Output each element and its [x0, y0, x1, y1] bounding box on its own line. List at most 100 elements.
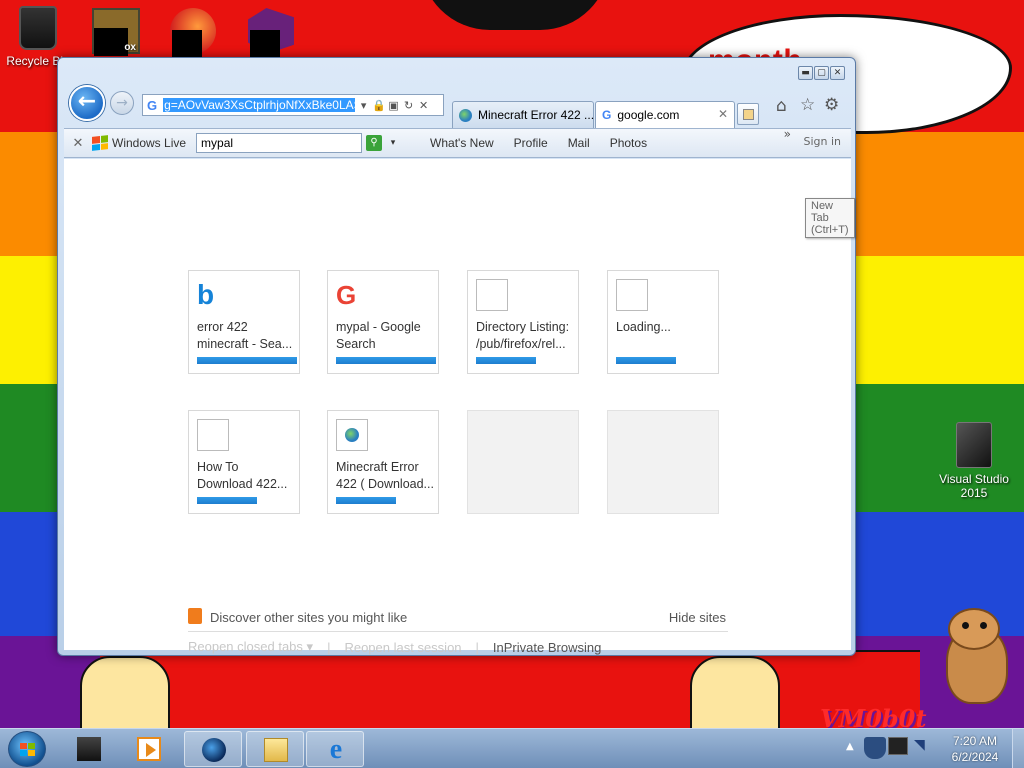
site-tile[interactable]: Directory Listing: /pub/firefox/rel...	[467, 270, 579, 374]
blank-page-icon	[197, 419, 229, 451]
lock-icon[interactable]: 🔒	[372, 99, 386, 112]
windows-logo-icon	[92, 135, 108, 151]
security-icon[interactable]	[864, 737, 886, 759]
tab-google[interactable]: G google.com ✕	[595, 101, 735, 128]
home-icon[interactable]: ⌂	[776, 96, 787, 116]
site-tile[interactable]: Loading...	[607, 270, 719, 374]
wallpaper-drawing-right-hand	[690, 656, 780, 728]
site-tile-label: Minecraft Error 422 ( Download...	[336, 460, 434, 491]
clock-time: 7:20 AM	[952, 734, 998, 748]
sign-in-link[interactable]: Sign in	[803, 135, 841, 148]
favorites-star-icon[interactable]: ☆	[800, 95, 815, 115]
google-favicon-icon: G	[147, 97, 158, 113]
desktop-icon-vs-app[interactable]	[248, 8, 298, 62]
clock-date: 6/2/2024	[951, 750, 999, 764]
desktop-icon-browser-app[interactable]	[170, 8, 220, 62]
site-tile-label: Directory Listing: /pub/firefox/rel...	[476, 320, 570, 351]
close-tab-icon[interactable]: ✕	[718, 107, 728, 121]
taskbar-explorer[interactable]	[246, 731, 304, 767]
back-button[interactable]: ←	[69, 85, 105, 121]
site-tile[interactable]: How To Download 422...	[188, 410, 300, 514]
address-bar[interactable]: G g=AOvVaw3XsCtplrhjoNfXxBke0LAS ▾ 🔒 ▣ ↻…	[142, 94, 444, 116]
site-tile[interactable]: Minecraft Error 422 ( Download...	[327, 410, 439, 514]
discover-sites-link[interactable]: Discover other sites you might like	[210, 610, 407, 625]
empty-site-tile[interactable]	[607, 410, 719, 514]
forward-button[interactable]: →	[110, 91, 134, 115]
windows-live-label[interactable]: Windows Live	[112, 136, 186, 150]
reopen-closed-tabs-link[interactable]: Reopen closed tabs ▾	[188, 639, 313, 655]
chevron-right-icon[interactable]: »	[784, 127, 791, 141]
visual-studio-icon	[956, 422, 992, 468]
globe-icon	[459, 108, 472, 122]
media-player-icon	[137, 737, 161, 761]
address-dropdown-icon[interactable]: ▾	[357, 99, 370, 112]
empty-site-tile[interactable]	[467, 410, 579, 514]
browser-window: ▬ ▢ ✕ ← → G g=AOvVaw3XsCtplrhjoNfXxBke0L…	[57, 57, 856, 656]
search-input[interactable]: mypal	[196, 133, 363, 153]
tab-label: google.com	[617, 108, 680, 122]
command-bar: ✕ Windows Live mypal ⚲ ▾ What's New Prof…	[64, 127, 851, 158]
reopen-last-session-link[interactable]: Reopen last session	[344, 640, 461, 655]
new-tab-tooltip: New Tab (Ctrl+T)	[805, 198, 855, 238]
windows-logo-icon	[20, 743, 35, 756]
site-tile-activity-bar	[197, 357, 297, 364]
link-photos[interactable]: Photos	[610, 136, 647, 150]
folder-icon	[264, 738, 288, 762]
inprivate-browsing-link[interactable]: InPrivate Browsing	[493, 640, 601, 655]
taskbar-sphere-app[interactable]	[184, 731, 242, 767]
site-tile[interactable]: b error 422 minecraft - Sea...	[188, 270, 300, 374]
watermark: VM0b0t	[820, 704, 927, 728]
tab-label: Minecraft Error 422 ...	[478, 108, 594, 122]
taskbar-media-player[interactable]	[120, 731, 178, 767]
footer-links: Reopen closed tabs ▾ | Reopen last sessi…	[188, 639, 601, 655]
site-tile-label: error 422 minecraft - Sea...	[197, 320, 293, 351]
desktop-icon-visual-studio-2015[interactable]: Visual Studio 2015	[934, 422, 1014, 500]
site-tile-activity-bar	[336, 357, 436, 364]
address-input[interactable]: g=AOvVaw3XsCtplrhjoNfXxBke0LAS	[163, 98, 356, 112]
close-toolbar-icon[interactable]: ✕	[64, 136, 92, 151]
show-hidden-icons-button[interactable]: ▲	[846, 741, 854, 752]
new-tab-icon	[743, 109, 754, 120]
blank-page-icon	[476, 279, 508, 311]
discover-sites-icon	[188, 608, 202, 624]
wallpaper-drawing-left-hand	[80, 656, 170, 728]
taskbar-dark-app[interactable]	[60, 731, 118, 767]
hamster-head	[948, 608, 1000, 650]
blank-page-icon	[616, 279, 648, 311]
dark-app-icon	[77, 737, 101, 761]
taskbar-internet-explorer[interactable]: e	[306, 731, 364, 767]
link-mail[interactable]: Mail	[568, 136, 590, 150]
new-tab-page: b error 422 minecraft - Sea... G mypal -…	[64, 159, 851, 655]
maximize-button[interactable]: ▢	[814, 66, 829, 80]
link-profile[interactable]: Profile	[514, 136, 548, 150]
tab-minecraft-error[interactable]: Minecraft Error 422 ...	[452, 101, 594, 128]
bing-icon: b	[197, 279, 215, 310]
site-tile[interactable]: G mypal - Google Search	[327, 270, 439, 374]
new-tab-button[interactable]	[737, 103, 759, 125]
refresh-icon[interactable]: ↻	[402, 99, 415, 112]
compatibility-view-icon[interactable]: ▣	[387, 99, 400, 112]
desktop-icon-redacted-app[interactable]: ox	[92, 8, 140, 56]
network-icon[interactable]: ◥	[914, 737, 925, 753]
close-window-button[interactable]: ✕	[830, 66, 845, 80]
start-button[interactable]	[8, 731, 46, 767]
clock[interactable]: 7:20 AM 6/2/2024	[936, 733, 1014, 765]
separator: |	[475, 639, 479, 655]
minimize-button[interactable]: ▬	[798, 66, 813, 80]
google-icon: G	[336, 280, 357, 310]
show-desktop-button[interactable]	[1012, 729, 1024, 768]
site-tile-activity-bar	[197, 497, 257, 504]
monitor-icon[interactable]	[888, 737, 908, 755]
globe-icon	[345, 428, 359, 442]
search-go-icon[interactable]: ⚲	[366, 135, 383, 151]
hide-sites-link[interactable]: Hide sites	[669, 610, 726, 625]
redacted-icon-tag: ox	[124, 42, 136, 53]
link-whats-new[interactable]: What's New	[430, 136, 494, 150]
taskbar: e ▲ ◥ 7:20 AM 6/2/2024	[0, 728, 1024, 768]
search-dropdown-icon[interactable]: ▾	[386, 138, 400, 148]
stop-icon[interactable]: ✕	[417, 99, 430, 112]
google-favicon-icon: G	[602, 108, 612, 122]
caption-buttons: ▬ ▢ ✕	[798, 66, 845, 80]
gear-icon[interactable]: ⚙	[824, 95, 839, 115]
hamster-eye	[962, 622, 969, 629]
